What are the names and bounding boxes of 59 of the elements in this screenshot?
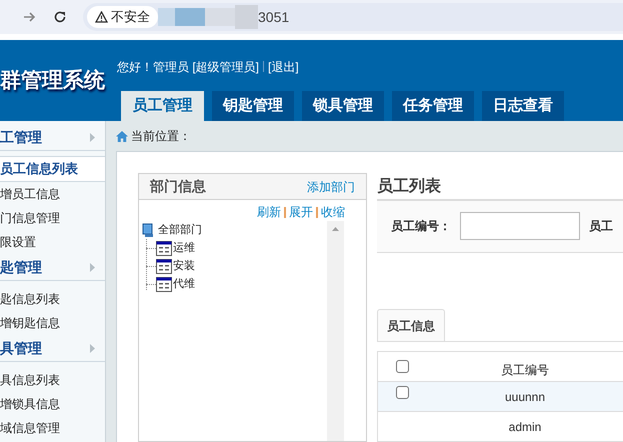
- checkbox[interactable]: [396, 386, 409, 400]
- table-row[interactable]: uuunnn: [377, 382, 623, 412]
- tree-action-link[interactable]: 收缩: [321, 203, 345, 221]
- field-label: 员工: [589, 218, 613, 236]
- forward-icon[interactable]: [22, 10, 36, 24]
- sidebar-item[interactable]: 门信息管理: [0, 206, 105, 230]
- table-icon: [156, 276, 172, 292]
- table-cell-text: uuunnn: [504, 388, 546, 406]
- sidebar-item[interactable]: 增钥匙信息: [0, 311, 105, 335]
- table-icon: [156, 240, 172, 256]
- reload-icon[interactable]: [53, 10, 67, 24]
- logout-link[interactable]: [退出]: [268, 58, 299, 76]
- section-title: 员工列表: [377, 176, 442, 197]
- nav-tab[interactable]: 锁具管理: [302, 91, 384, 121]
- breadcrumb-label: 当前位置：: [131, 128, 191, 145]
- caret-icon: [90, 262, 95, 272]
- tree-node[interactable]: 安装: [173, 258, 195, 274]
- tree-action-link[interactable]: 刷新: [257, 203, 281, 221]
- sidebar-item[interactable]: 域信息管理: [0, 416, 105, 440]
- content-tab[interactable]: 员工信息: [377, 309, 445, 342]
- greeting-text: 您好！管理员 [超级管理员]: [117, 58, 260, 76]
- home-icon: [116, 130, 128, 142]
- sidebar-section-header[interactable]: 匙管理: [0, 254, 105, 281]
- security-chip[interactable]: 不安全: [87, 6, 158, 28]
- sidebar-item[interactable]: 匙信息列表: [0, 287, 105, 311]
- nav-tab[interactable]: 任务管理: [392, 91, 474, 121]
- sidebar-item[interactable]: 增锁具信息: [0, 392, 105, 416]
- tree-node[interactable]: 代维: [173, 276, 195, 292]
- column-header: 员工编号: [500, 362, 550, 379]
- sidebar-item[interactable]: 限设置: [0, 230, 105, 254]
- tree-node[interactable]: 运维: [173, 240, 195, 256]
- field-label: 员工编号：: [391, 218, 451, 236]
- table-cell-text: admin: [508, 418, 542, 436]
- scrollbar[interactable]: [327, 221, 344, 441]
- computer-icon: [142, 222, 154, 238]
- panel-title: 部门信息: [150, 177, 206, 196]
- warning-icon: [95, 11, 108, 23]
- sidebar-item[interactable]: 具信息列表: [0, 368, 105, 392]
- caret-icon: [90, 132, 95, 142]
- table-row[interactable]: admin: [377, 412, 623, 442]
- checkbox[interactable]: [396, 360, 409, 374]
- input-field[interactable]: [460, 212, 580, 240]
- url-text: 3051: [258, 8, 290, 26]
- nav-tab[interactable]: 日志查看: [482, 91, 564, 121]
- table-icon: [156, 258, 172, 274]
- sidebar-item[interactable]: 增员工信息: [0, 182, 105, 206]
- sidebar-section-header[interactable]: 具管理: [0, 335, 105, 362]
- nav-tab[interactable]: 钥匙管理: [212, 91, 294, 121]
- tree-node[interactable]: 全部部门: [158, 222, 202, 238]
- app-title: 群管理系统: [0, 68, 105, 94]
- tree-action-link[interactable]: 展开: [289, 203, 313, 221]
- nav-tab[interactable]: 员工管理: [121, 91, 204, 121]
- caret-icon: [90, 344, 95, 352]
- address-bar[interactable]: 不安全 3051: [83, 3, 623, 31]
- security-warning: 不安全: [111, 8, 150, 26]
- add-department-link[interactable]: 添加部门: [307, 178, 355, 196]
- sidebar-section-header[interactable]: 工管理: [0, 124, 105, 151]
- sidebar-item[interactable]: 员工信息列表: [0, 157, 105, 182]
- scroll-up-icon[interactable]: [332, 227, 339, 231]
